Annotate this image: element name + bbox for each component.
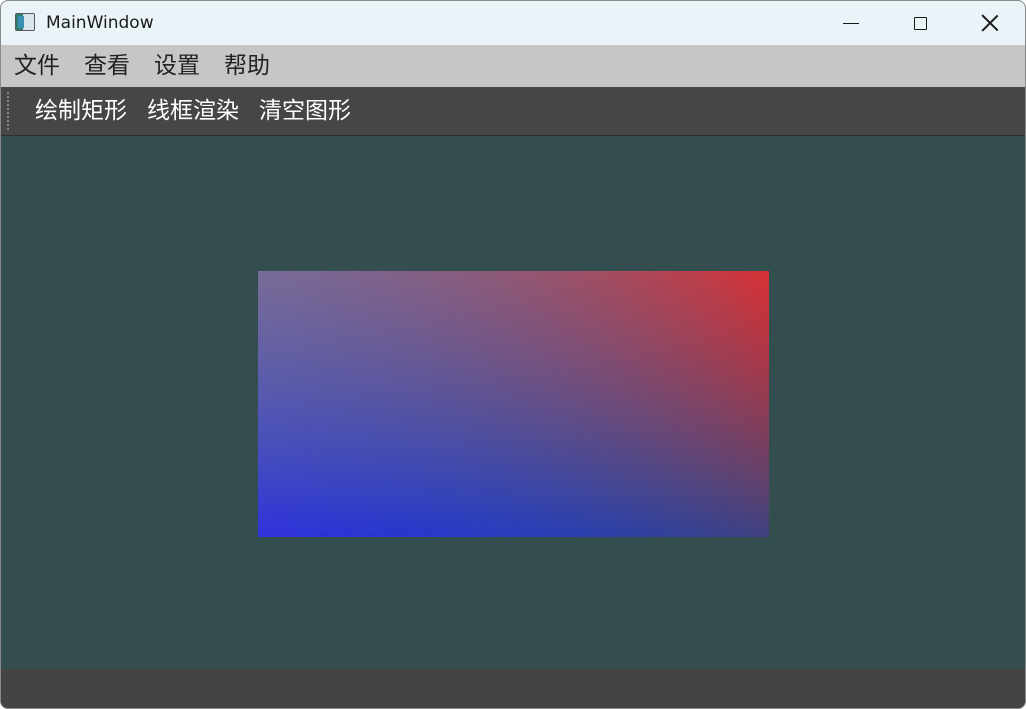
menu-settings[interactable]: 设置 (142, 45, 212, 87)
menu-file[interactable]: 文件 (1, 45, 72, 87)
menu-help[interactable]: 帮助 (212, 45, 282, 87)
minimize-icon (843, 22, 859, 24)
clear-shapes-button[interactable]: 清空图形 (249, 87, 361, 135)
app-icon (15, 13, 35, 31)
title-bar[interactable]: MainWindow (1, 1, 1025, 45)
toolbar-grip-handle[interactable] (7, 91, 9, 131)
menu-bar: 文件 查看 设置 帮助 (1, 45, 1025, 87)
menu-view[interactable]: 查看 (72, 45, 142, 87)
gradient-rectangle (258, 271, 769, 537)
minimize-button[interactable] (816, 1, 886, 45)
close-button[interactable] (955, 1, 1025, 45)
opengl-canvas[interactable] (1, 136, 1025, 669)
status-bar (1, 669, 1025, 708)
maximize-button[interactable] (885, 1, 955, 45)
wireframe-render-button[interactable]: 线框渲染 (137, 87, 249, 135)
gradient-rectangle-svg (258, 271, 769, 537)
tool-bar: 绘制矩形 线框渲染 清空图形 (1, 87, 1025, 136)
maximize-icon (913, 16, 927, 30)
draw-rectangle-button[interactable]: 绘制矩形 (25, 87, 137, 135)
close-icon (981, 14, 999, 32)
main-window: MainWindow 文件 查看 设置 帮助 绘制矩形 线框渲染 清空图形 (0, 0, 1026, 709)
window-title: MainWindow (46, 13, 154, 33)
